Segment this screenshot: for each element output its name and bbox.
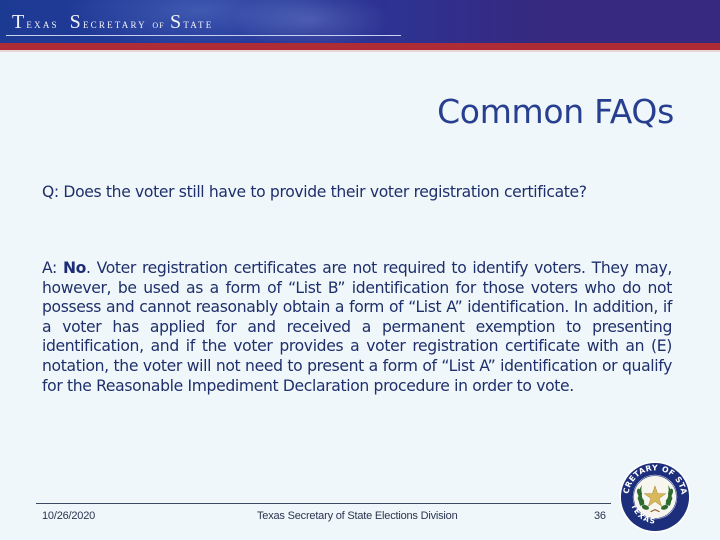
- banner-title-letter: T: [12, 11, 27, 33]
- answer-body: . Voter registration certificates are no…: [42, 259, 672, 395]
- banner-title: Texas Secretary of State: [12, 11, 213, 34]
- header-banner: Texas Secretary of State: [0, 0, 720, 43]
- footer-divider: [36, 503, 611, 504]
- banner-title-letter: S: [69, 11, 83, 33]
- faq-question: Q: Does the voter still have to provide …: [42, 183, 587, 201]
- banner-title-text: ecretary: [82, 16, 147, 31]
- footer-date: 10/26/2020: [42, 510, 96, 522]
- answer-prefix: A:: [42, 259, 63, 277]
- faq-answer: A: No. Voter registration certificates a…: [42, 259, 672, 396]
- footer-organization: Texas Secretary of State Elections Divis…: [257, 510, 458, 522]
- slide-title: Common FAQs: [437, 92, 674, 131]
- banner-title-text: tate: [183, 16, 214, 31]
- banner-divider: [6, 35, 401, 36]
- texas-secretary-of-state-seal-icon: SECRETARY OF STATE TEXAS: [618, 460, 691, 533]
- banner-title-text: exas: [26, 16, 59, 31]
- page-number: 36: [594, 510, 606, 522]
- header-stripe-shadow: [0, 50, 720, 52]
- banner-title-letter: S: [170, 11, 184, 33]
- header-red-stripe: [0, 43, 720, 50]
- banner-decoration: [230, 0, 390, 43]
- banner-title-text: of: [152, 19, 165, 31]
- answer-emphasis: No: [62, 259, 87, 277]
